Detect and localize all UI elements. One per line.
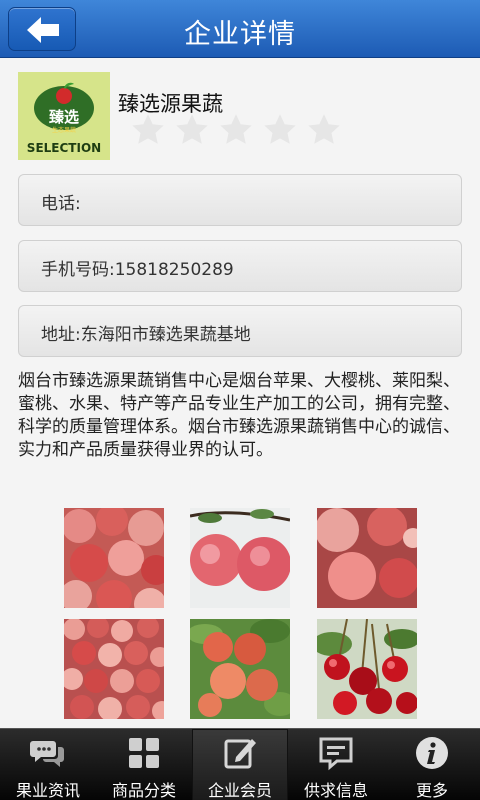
- mobile-field[interactable]: 手机号码:15818250289: [18, 240, 462, 292]
- edit-icon: [224, 739, 256, 769]
- rating-stars: [130, 112, 345, 152]
- message-icon: [319, 737, 353, 771]
- phone-field[interactable]: 电话:: [18, 174, 462, 226]
- address-label: 地址:东海阳市臻选果蔬基地: [41, 325, 251, 345]
- tab-members[interactable]: 企业会员: [192, 729, 288, 800]
- mobile-label: 手机号码:15818250289: [41, 260, 234, 280]
- tab-label: 果业资讯: [15, 781, 80, 800]
- tab-supply-demand[interactable]: 供求信息: [288, 729, 384, 800]
- cherries-photo[interactable]: [317, 619, 417, 719]
- star-icon: [264, 114, 296, 144]
- apples-pile-photo[interactable]: [64, 508, 164, 608]
- svg-text:生态果蔬: 生态果蔬: [52, 126, 76, 134]
- chat-bubbles-icon: [30, 741, 64, 767]
- grid-icon: [129, 738, 159, 768]
- tab-label: 更多: [415, 781, 448, 800]
- apples-hanging-photo[interactable]: [190, 619, 290, 719]
- svg-text:臻选: 臻选: [49, 108, 79, 126]
- page-title: 企业详情: [184, 19, 296, 50]
- tab-more[interactable]: 更多: [384, 729, 480, 800]
- info-icon: [416, 737, 448, 769]
- company-description: 烟台市臻选源果蔬销售中心是烟台苹果、大樱桃、莱阳梨、蜜桃、水果、特产等产品专业生…: [18, 371, 460, 460]
- apples-many-photo[interactable]: [64, 619, 164, 719]
- address-field[interactable]: 地址:东海阳市臻选果蔬基地: [18, 305, 462, 357]
- tab-label: 供求信息: [303, 781, 368, 800]
- tab-categories[interactable]: 商品分类: [96, 729, 192, 800]
- svg-text:SELECTION: SELECTION: [27, 141, 101, 155]
- tab-label: 企业会员: [207, 781, 272, 800]
- bottom-tab-bar: 果业资讯 商品分类 企业会员 供求信息 更多: [0, 728, 480, 800]
- tab-label: 商品分类: [111, 781, 176, 800]
- apples-on-tree-photo[interactable]: [190, 508, 290, 608]
- apples-closeup-photo[interactable]: [317, 508, 417, 608]
- star-icon: [308, 114, 340, 144]
- star-icon: [220, 114, 252, 144]
- phone-label: 电话:: [41, 194, 81, 214]
- tab-fruit-news[interactable]: 果业资讯: [0, 729, 96, 800]
- star-icon: [132, 114, 164, 144]
- title-bar: 企业详情: [0, 0, 480, 58]
- star-icon: [176, 114, 208, 144]
- company-logo: 臻选 生态果蔬 SELECTION: [18, 72, 110, 160]
